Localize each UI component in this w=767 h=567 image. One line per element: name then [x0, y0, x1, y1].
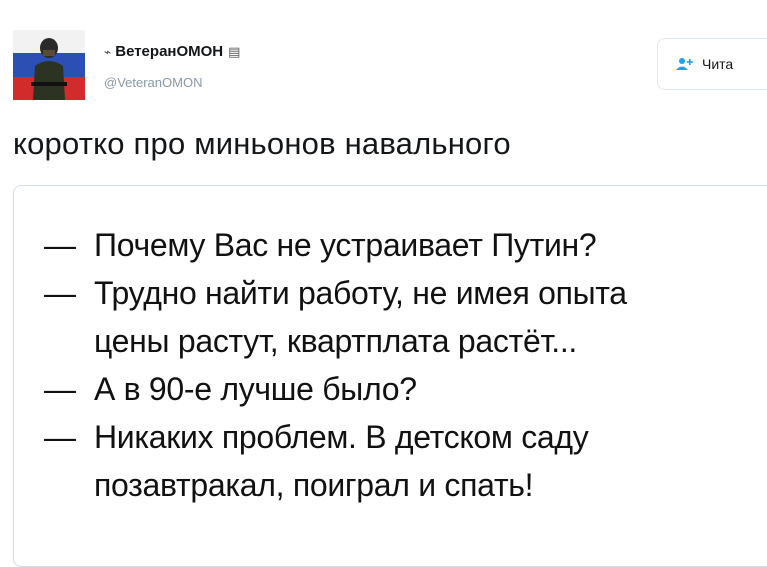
tweet-text: коротко про миньонов навального — [13, 126, 511, 161]
dash-mark: — — [44, 371, 76, 407]
media-text-line: позавтракал, поиграл и спать! — [44, 461, 627, 509]
media-line-text: Трудно найти работу, не имея опыта — [94, 275, 627, 311]
media-line-text: А в 90-е лучше было? — [94, 371, 417, 407]
media-line-text: Почему Вас не устраивает Путин? — [94, 227, 597, 263]
media-text-line: — Трудно найти работу, не имея опыта — [44, 269, 627, 317]
follow-button[interactable]: Чита — [657, 38, 767, 90]
dash-mark: — — [44, 275, 76, 311]
media-text-block: — Почему Вас не устраивает Путин? — Трудно… — [44, 221, 627, 509]
soldier-icon — [31, 38, 67, 100]
media-text-line: — Никаких проблем. В детском саду — [44, 413, 627, 461]
author-name-row[interactable]: ⌁ ВетеранОМОН ▤ — [104, 43, 240, 60]
author-avatar[interactable] — [13, 30, 85, 100]
media-line-text: позавтракал, поиграл и спать! — [94, 467, 534, 503]
dash-mark: — — [44, 419, 76, 455]
author-display-name[interactable]: ВетеранОМОН — [115, 43, 223, 60]
pin-icon: ⌁ — [104, 44, 112, 59]
media-text-line: цены растут, квартплата растёт... — [44, 317, 627, 365]
media-text-line: — Почему Вас не устраивает Путин? — [44, 221, 627, 269]
user-plus-icon — [676, 58, 693, 70]
dash-mark: — — [44, 227, 76, 263]
media-line-text: цены растут, квартплата растёт... — [94, 323, 578, 359]
tweet-media-image[interactable]: — Почему Вас не устраивает Путин? — Трудно… — [13, 185, 767, 567]
badge-icon: ▤ — [228, 43, 241, 59]
media-line-text: Никаких проблем. В детском саду — [94, 419, 589, 455]
media-text-line: — А в 90-е лучше было? — [44, 365, 627, 413]
author-handle[interactable]: @VeteranOMON — [104, 75, 202, 90]
follow-button-label: Чита — [702, 56, 734, 72]
